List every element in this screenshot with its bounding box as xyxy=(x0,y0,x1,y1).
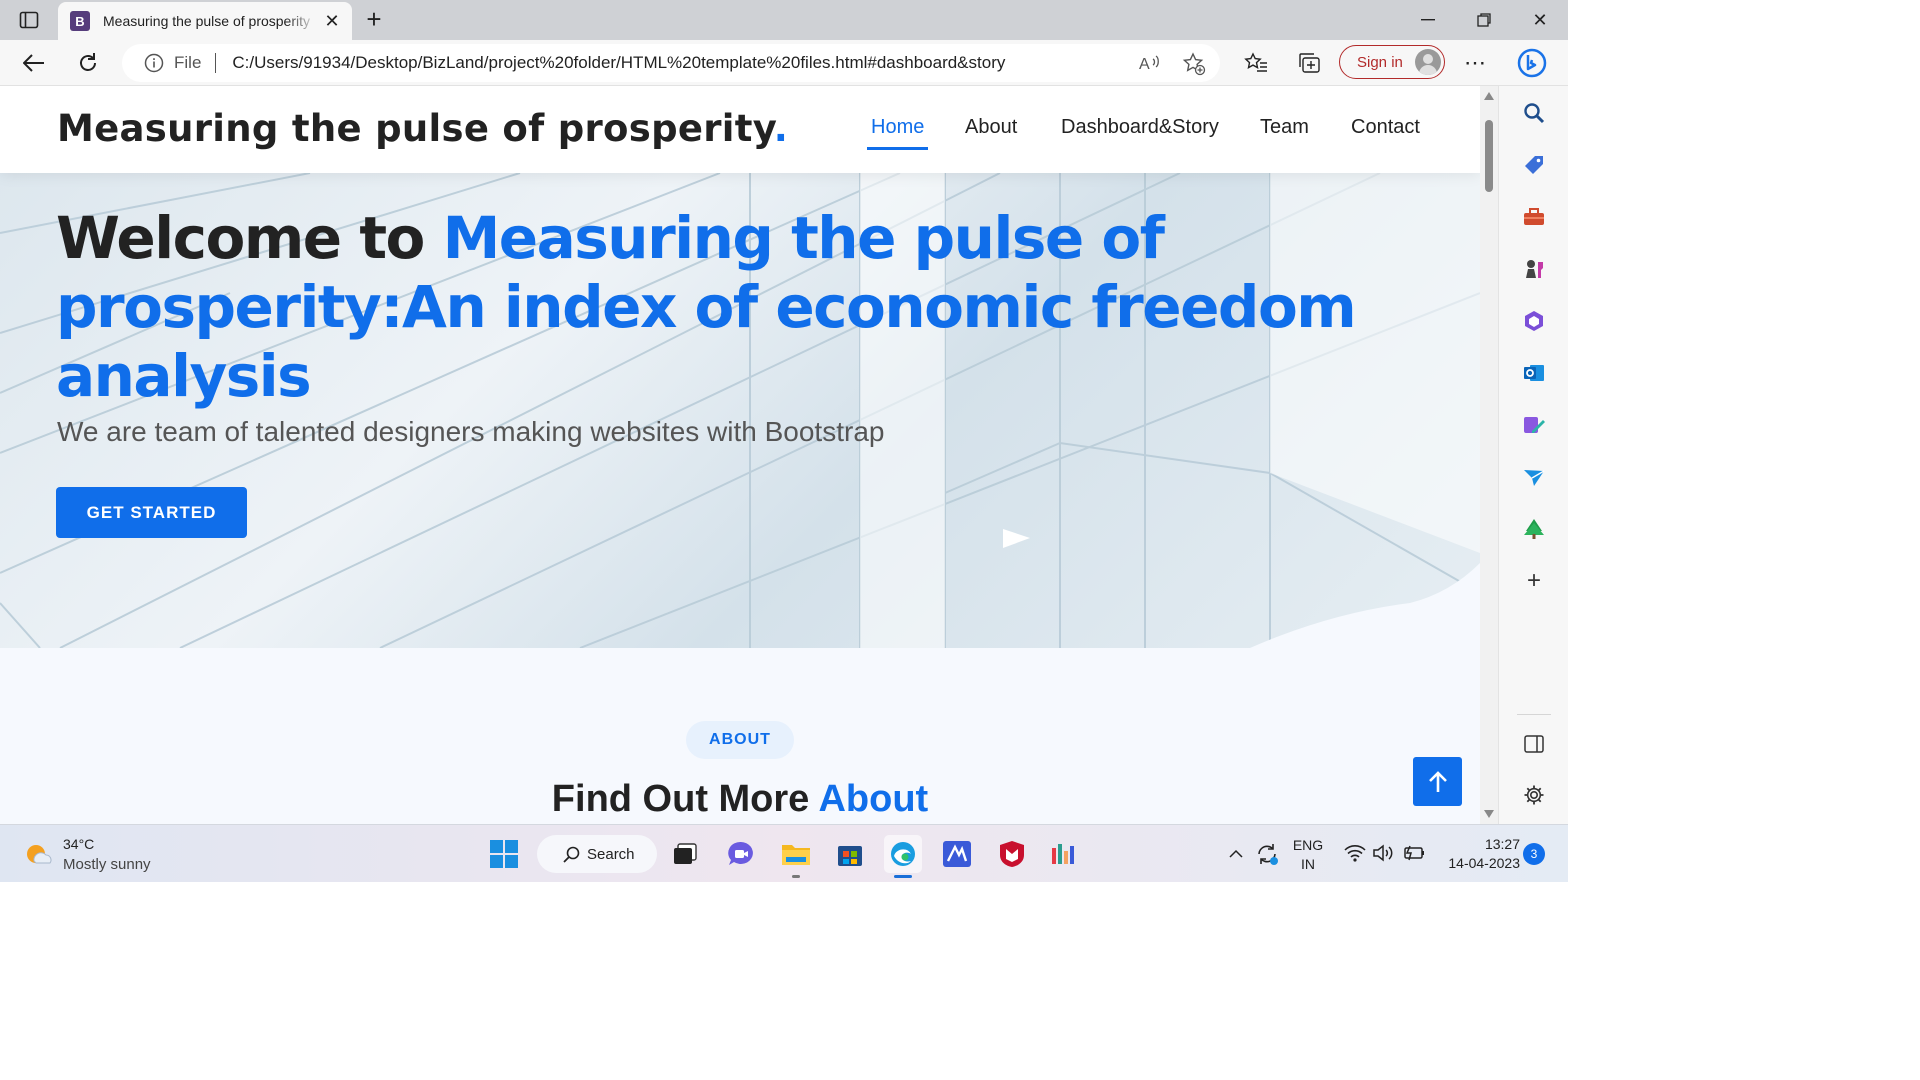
tag-icon[interactable] xyxy=(1521,152,1547,178)
favorites-icon[interactable] xyxy=(1239,46,1273,80)
clock-time[interactable]: 13:27 xyxy=(1472,836,1520,852)
search-icon xyxy=(563,846,580,863)
more-options-icon[interactable]: ⋯ xyxy=(1458,46,1492,80)
language-indicator[interactable]: ENG xyxy=(1290,837,1326,853)
copilot-icon[interactable] xyxy=(1521,308,1547,334)
toolbox-icon[interactable] xyxy=(1521,204,1547,230)
taskbar-search-button[interactable]: Search xyxy=(537,835,657,873)
url-scheme-label: File xyxy=(174,53,202,72)
avatar xyxy=(1415,49,1441,75)
about-badge: ABOUT xyxy=(686,721,794,759)
teams-chat-icon[interactable] xyxy=(722,835,760,873)
wifi-icon[interactable] xyxy=(1344,844,1366,862)
volume-icon[interactable] xyxy=(1373,844,1395,862)
add-icon[interactable]: + xyxy=(1521,567,1547,594)
nav-active-indicator xyxy=(867,147,928,150)
notification-badge[interactable]: 3 xyxy=(1523,843,1545,865)
app-icon[interactable] xyxy=(1046,835,1084,873)
back-arrow-icon[interactable] xyxy=(17,46,51,80)
nav-contact[interactable]: Contact xyxy=(1351,116,1420,139)
get-started-button[interactable]: GET STARTED xyxy=(56,487,247,538)
nav-dashboard-story[interactable]: Dashboard&Story xyxy=(1061,116,1219,139)
tab-actions-icon[interactable] xyxy=(12,8,46,32)
browser-tab[interactable]: B Measuring the pulse of prosperity ✕ xyxy=(58,2,352,40)
weather-sun-icon[interactable] xyxy=(24,841,54,874)
region-indicator[interactable]: IN xyxy=(1290,856,1326,872)
edge-active-indicator xyxy=(894,875,912,878)
browser-tab-strip: B Measuring the pulse of prosperity ✕ + … xyxy=(0,0,1568,40)
nav-team[interactable]: Team xyxy=(1260,116,1309,139)
url-divider xyxy=(215,53,217,73)
mcafee-icon[interactable] xyxy=(993,835,1031,873)
nav-home[interactable]: Home xyxy=(871,116,924,139)
tab-close-icon[interactable]: ✕ xyxy=(322,11,342,32)
close-window-icon[interactable]: ✕ xyxy=(1512,0,1568,40)
sign-in-label: Sign in xyxy=(1357,53,1403,71)
clock-date[interactable]: 14-04-2023 xyxy=(1432,855,1520,871)
restore-icon[interactable] xyxy=(1456,0,1512,40)
svg-text:A: A xyxy=(1139,56,1150,73)
read-aloud-icon[interactable]: A xyxy=(1139,53,1161,73)
weather-temperature[interactable]: 34°C xyxy=(63,836,94,852)
hero-section: Welcome to Measuring the pulse of prospe… xyxy=(0,173,1480,648)
arrow-up-icon xyxy=(1428,770,1447,792)
scrollbar-thumb[interactable] xyxy=(1485,120,1493,192)
scroll-down-icon[interactable] xyxy=(1484,810,1494,818)
minimize-icon[interactable] xyxy=(1400,0,1456,40)
info-icon[interactable] xyxy=(144,53,164,73)
about-title: Find Out More About xyxy=(551,778,929,820)
collections-icon[interactable] xyxy=(1293,46,1327,80)
page-viewport: Measuring the pulse of prosperity. Home … xyxy=(0,86,1480,824)
site-logo[interactable]: Measuring the pulse of prosperity. xyxy=(57,107,788,150)
sync-icon[interactable] xyxy=(1255,842,1279,866)
chevron-up-icon[interactable] xyxy=(1229,849,1243,858)
address-bar[interactable]: File C:/Users/91934/Desktop/BizLand/proj… xyxy=(122,44,1220,82)
taskbar-search-label: Search xyxy=(587,845,635,863)
outlook-icon[interactable] xyxy=(1521,360,1547,386)
scroll-up-icon[interactable] xyxy=(1484,92,1494,100)
tree-icon[interactable] xyxy=(1521,516,1547,542)
back-to-top-button[interactable] xyxy=(1413,757,1462,806)
windows-taskbar: 34°C Mostly sunny Search ENG IN 13:27 14… xyxy=(0,824,1568,882)
hero-subtitle: We are team of talented designers making… xyxy=(57,416,885,447)
hero-title: Welcome to Measuring the pulse of prospe… xyxy=(56,204,1357,410)
tab-title: Measuring the pulse of prosperity xyxy=(103,13,310,29)
microsoft-store-icon[interactable] xyxy=(831,835,869,873)
new-tab-button[interactable]: + xyxy=(360,6,388,34)
mathpix-icon[interactable] xyxy=(938,835,976,873)
site-header: Measuring the pulse of prosperity. Home … xyxy=(0,86,1480,173)
windows-start-icon[interactable] xyxy=(485,835,523,873)
url-text[interactable]: C:/Users/91934/Desktop/BizLand/project%2… xyxy=(232,53,1005,73)
weather-description[interactable]: Mostly sunny xyxy=(63,856,151,873)
page-scrollbar[interactable] xyxy=(1480,86,1498,824)
nav-about[interactable]: About xyxy=(965,116,1017,139)
designer-icon[interactable] xyxy=(1521,412,1547,438)
edge-sidebar: + xyxy=(1498,86,1568,824)
explorer-running-indicator xyxy=(792,875,800,878)
task-view-icon[interactable] xyxy=(666,835,704,873)
bootstrap-favicon-icon: B xyxy=(70,11,90,31)
bing-copilot-icon[interactable] xyxy=(1515,46,1549,80)
split-view-icon[interactable] xyxy=(1521,731,1547,757)
chess-icon[interactable] xyxy=(1521,256,1547,282)
refresh-icon[interactable] xyxy=(71,46,105,80)
search-icon[interactable] xyxy=(1521,100,1547,126)
send-icon[interactable] xyxy=(1521,464,1547,490)
battery-icon[interactable] xyxy=(1402,844,1426,862)
sign-in-button[interactable]: Sign in xyxy=(1339,45,1445,79)
browser-toolbar: File C:/Users/91934/Desktop/BizLand/proj… xyxy=(0,40,1568,86)
sidebar-divider xyxy=(1517,714,1551,715)
edge-browser-icon[interactable] xyxy=(884,835,922,873)
add-favorite-icon[interactable] xyxy=(1182,52,1206,76)
settings-icon[interactable] xyxy=(1521,782,1547,808)
file-explorer-icon[interactable] xyxy=(777,835,815,873)
